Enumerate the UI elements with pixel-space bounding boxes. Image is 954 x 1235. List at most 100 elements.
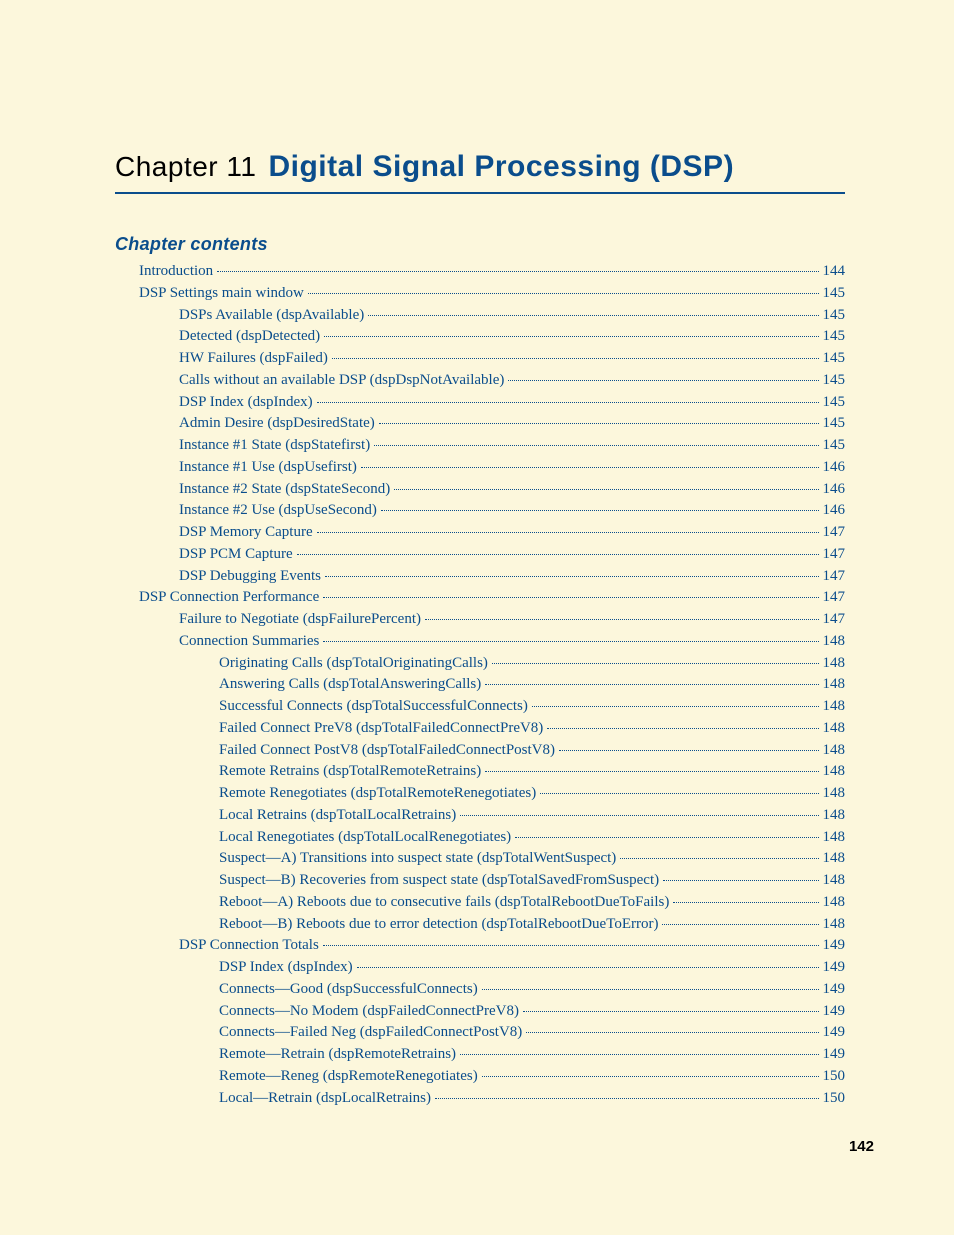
toc-entry-page[interactable]: 145 [823,413,846,435]
toc-entry-page[interactable]: 148 [823,653,846,675]
toc-leader [323,945,819,946]
toc-entry-label[interactable]: Answering Calls (dspTotalAnsweringCalls) [219,674,481,696]
toc-entry: Suspect—A) Transitions into suspect stat… [115,848,845,870]
toc-entry-page[interactable]: 148 [823,761,846,783]
toc-entry-label[interactable]: DSP PCM Capture [179,544,293,566]
toc-entry-page[interactable]: 148 [823,718,846,740]
toc-entry-label[interactable]: Originating Calls (dspTotalOriginatingCa… [219,653,488,675]
toc-entry: Local Retrains (dspTotalLocalRetrains) 1… [115,805,845,827]
toc-entry-page[interactable]: 145 [823,392,846,414]
toc-entry-label[interactable]: Detected (dspDetected) [179,326,320,348]
toc-entry: Connects—No Modem (dspFailedConnectPreV8… [115,1001,845,1023]
toc-entry-label[interactable]: HW Failures (dspFailed) [179,348,328,370]
toc-leader [485,684,818,685]
toc-entry-page[interactable]: 148 [823,631,846,653]
toc-entry-label[interactable]: Connects—Good (dspSuccessfulConnects) [219,979,478,1001]
toc-entry-page[interactable]: 149 [823,957,846,979]
toc-entry-page[interactable]: 146 [823,457,846,479]
toc-entry-page[interactable]: 148 [823,827,846,849]
toc-entry-label[interactable]: DSP Index (dspIndex) [179,392,313,414]
toc-entry-page[interactable]: 148 [823,696,846,718]
toc-entry-page[interactable]: 145 [823,326,846,348]
toc-entry-label[interactable]: Remote—Reneg (dspRemoteRenegotiates) [219,1066,478,1088]
toc-entry-page[interactable]: 145 [823,348,846,370]
toc-entry-label[interactable]: Suspect—A) Transitions into suspect stat… [219,848,616,870]
toc-entry-label[interactable]: DSP Memory Capture [179,522,313,544]
toc-entry-label[interactable]: Failed Connect PostV8 (dspTotalFailedCon… [219,740,555,762]
toc-entry-label[interactable]: DSP Connection Performance [139,587,319,609]
toc-entry-label[interactable]: Failed Connect PreV8 (dspTotalFailedConn… [219,718,543,740]
toc-entry-page[interactable]: 148 [823,674,846,696]
toc-leader [381,510,819,511]
toc-entry-label[interactable]: Remote Retrains (dspTotalRemoteRetrains) [219,761,481,783]
toc-entry: Local Renegotiates (dspTotalLocalRenegot… [115,827,845,849]
toc-entry-page[interactable]: 148 [823,914,846,936]
toc-entry-label[interactable]: Calls without an available DSP (dspDspNo… [179,370,504,392]
toc-entry-page[interactable]: 149 [823,1001,846,1023]
page: Chapter 11 Digital Signal Processing (DS… [0,0,954,1235]
toc-entry-page[interactable]: 146 [823,479,846,501]
toc-entry-label[interactable]: Local Renegotiates (dspTotalLocalRenegot… [219,827,511,849]
toc-entry-label[interactable]: Failure to Negotiate (dspFailurePercent) [179,609,421,631]
toc-leader [425,619,818,620]
toc-entry-label[interactable]: DSPs Available (dspAvailable) [179,305,364,327]
toc-entry-label[interactable]: Suspect—B) Recoveries from suspect state… [219,870,659,892]
toc-entry-label[interactable]: DSP Connection Totals [179,935,319,957]
toc-entry: Local—Retrain (dspLocalRetrains) 150 [115,1088,845,1110]
toc-entry-label[interactable]: Instance #1 State (dspStatefirst) [179,435,370,457]
toc-entry-label[interactable]: Local—Retrain (dspLocalRetrains) [219,1088,431,1110]
toc-entry-label[interactable]: Instance #1 Use (dspUsefirst) [179,457,357,479]
toc-entry-page[interactable]: 144 [823,261,846,283]
content-area: Chapter 11 Digital Signal Processing (DS… [115,150,845,1109]
toc-entry-label[interactable]: Instance #2 State (dspStateSecond) [179,479,390,501]
toc-entry-page[interactable]: 145 [823,305,846,327]
toc-leader [317,402,819,403]
toc-entry-label[interactable]: Remote—Retrain (dspRemoteRetrains) [219,1044,456,1066]
toc-entry-page[interactable]: 148 [823,805,846,827]
chapter-label: Chapter 11 [115,151,256,183]
toc-entry-page[interactable]: 148 [823,892,846,914]
toc-entry-label[interactable]: Local Retrains (dspTotalLocalRetrains) [219,805,456,827]
toc-entry-label[interactable]: DSP Settings main window [139,283,304,305]
toc-entry-page[interactable]: 147 [823,609,846,631]
toc-entry-page[interactable]: 147 [823,544,846,566]
toc-entry-page[interactable]: 148 [823,783,846,805]
toc-entry-page[interactable]: 150 [823,1066,846,1088]
toc-entry: Instance #1 Use (dspUsefirst) 146 [115,457,845,479]
toc-entry-page[interactable]: 148 [823,740,846,762]
toc-leader [297,554,819,555]
toc-leader [379,423,819,424]
toc-entry-label[interactable]: DSP Debugging Events [179,566,321,588]
toc-entry-label[interactable]: Reboot—B) Reboots due to error detection… [219,914,658,936]
toc-entry-page[interactable]: 150 [823,1088,846,1110]
toc-entry-label[interactable]: DSP Index (dspIndex) [219,957,353,979]
toc-entry-label[interactable]: Remote Renegotiates (dspTotalRemoteReneg… [219,783,536,805]
toc-entry: Answering Calls (dspTotalAnsweringCalls)… [115,674,845,696]
toc-entry-page[interactable]: 149 [823,1022,846,1044]
toc-entry-page[interactable]: 147 [823,587,846,609]
toc-entry-label[interactable]: Instance #2 Use (dspUseSecond) [179,500,377,522]
toc-entry-label[interactable]: Admin Desire (dspDesiredState) [179,413,375,435]
toc-entry-page[interactable]: 149 [823,979,846,1001]
toc-entry-label[interactable]: Introduction [139,261,213,283]
toc-leader [540,793,818,794]
toc-entry: Connects—Failed Neg (dspFailedConnectPos… [115,1022,845,1044]
toc-entry-page[interactable]: 148 [823,870,846,892]
toc-leader [308,293,819,294]
toc-entry-label[interactable]: Connects—No Modem (dspFailedConnectPreV8… [219,1001,519,1023]
toc-entry-page[interactable]: 147 [823,566,846,588]
toc-entry-label[interactable]: Connection Summaries [179,631,319,653]
toc-entry-page[interactable]: 147 [823,522,846,544]
toc-entry-page[interactable]: 148 [823,848,846,870]
toc-entry-page[interactable]: 149 [823,935,846,957]
toc-entry: Reboot—B) Reboots due to error detection… [115,914,845,936]
toc-entry-page[interactable]: 149 [823,1044,846,1066]
toc-leader [482,1076,819,1077]
toc-entry-label[interactable]: Connects—Failed Neg (dspFailedConnectPos… [219,1022,522,1044]
toc-entry-page[interactable]: 145 [823,435,846,457]
toc-entry-page[interactable]: 145 [823,370,846,392]
toc-entry-page[interactable]: 146 [823,500,846,522]
toc-entry-page[interactable]: 145 [823,283,846,305]
toc-entry-label[interactable]: Successful Connects (dspTotalSuccessfulC… [219,696,528,718]
toc-entry-label[interactable]: Reboot—A) Reboots due to consecutive fai… [219,892,669,914]
